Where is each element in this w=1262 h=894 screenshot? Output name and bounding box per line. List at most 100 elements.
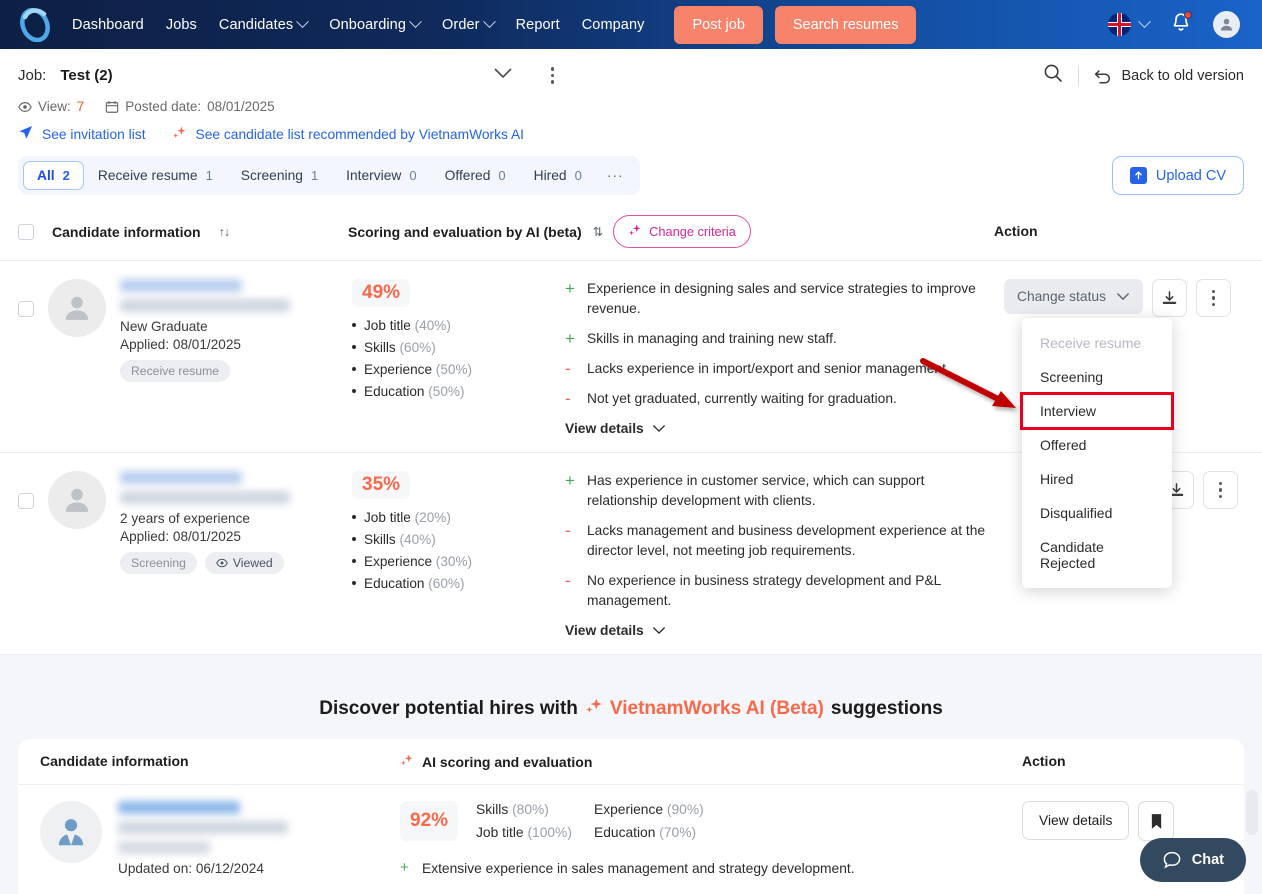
tab-all[interactable]: All 2 bbox=[23, 161, 84, 190]
filter-sort-icon[interactable]: ⇅ bbox=[593, 224, 604, 239]
nav-item-company[interactable]: Company bbox=[582, 17, 645, 33]
ai-brand-label: VietnamWorks AI (Beta) bbox=[609, 698, 824, 719]
chevron-down-icon bbox=[652, 627, 665, 635]
evaluation-text: Has experience in customer service, whic… bbox=[587, 473, 925, 508]
score-criteria-list: Job title (20%) Skills (40%) Experience … bbox=[352, 510, 563, 591]
row-more-options-button[interactable] bbox=[1203, 471, 1238, 509]
upload-cv-button[interactable]: Upload CV bbox=[1111, 156, 1244, 195]
ai-header-scoring: AI scoring and evaluation bbox=[400, 753, 1022, 770]
posted-date: Posted date: 08/01/2025 bbox=[105, 99, 275, 114]
chat-widget-button[interactable]: Chat bbox=[1139, 838, 1246, 882]
avatar bbox=[48, 471, 106, 529]
status-tab-bar: All 2 Receive resume 1 Screening 1 Intervie… bbox=[0, 143, 1262, 205]
row-checkbox[interactable] bbox=[18, 493, 34, 509]
candidate-detail-redacted bbox=[118, 841, 210, 854]
back-to-old-version-button[interactable]: Back to old version bbox=[1094, 68, 1244, 84]
candidate-applied-date: Applied: 08/01/2025 bbox=[120, 529, 241, 544]
ai-candidate-details: Updated on: 06/12/2024 bbox=[118, 801, 288, 894]
minus-icon: - bbox=[565, 521, 571, 540]
view-details-toggle[interactable]: View details bbox=[565, 421, 994, 436]
eye-icon bbox=[216, 558, 228, 568]
download-cv-button[interactable] bbox=[1151, 279, 1187, 317]
tab-count: 1 bbox=[205, 168, 213, 183]
score-criteria-list: Job title (40%) Skills (60%) Experience … bbox=[352, 318, 563, 399]
viewed-badge: Viewed bbox=[204, 552, 284, 574]
notification-badge bbox=[1184, 10, 1192, 19]
dropdown-item-interview[interactable]: Interview bbox=[1020, 392, 1174, 430]
criteria-value: (70%) bbox=[659, 825, 697, 840]
tab-screening[interactable]: Screening 1 bbox=[227, 161, 332, 190]
nav-item-jobs[interactable]: Jobs bbox=[166, 17, 197, 33]
job-label: Job: bbox=[18, 67, 47, 84]
tab-receive-resume[interactable]: Receive resume 1 bbox=[84, 161, 227, 190]
nav-cta-group: Post job Search resumes bbox=[674, 5, 917, 44]
expand-job-chevron-icon[interactable] bbox=[493, 67, 513, 85]
dropdown-item-offered[interactable]: Offered bbox=[1022, 428, 1172, 462]
vietnamworks-logo[interactable] bbox=[12, 5, 58, 45]
row-more-options-button[interactable] bbox=[1195, 279, 1231, 317]
page-title: Test (2) bbox=[60, 67, 113, 84]
view-details-button[interactable]: View details bbox=[1022, 801, 1130, 840]
evaluation-text: No experience in business strategy devel… bbox=[587, 573, 941, 608]
post-job-button[interactable]: Post job bbox=[674, 5, 763, 44]
criteria-name: Job title bbox=[364, 318, 411, 333]
evaluation-text: Lacks experience in import/export and se… bbox=[587, 361, 950, 376]
header-scoring: Scoring and evaluation by AI (beta) bbox=[348, 223, 582, 240]
sort-icon[interactable]: ↑↓ bbox=[219, 225, 230, 239]
search-icon[interactable] bbox=[1043, 63, 1063, 88]
ai-suggestion-card: Candidate information AI scoring and eva… bbox=[18, 739, 1244, 894]
criteria-value: (40%) bbox=[399, 532, 436, 547]
column-candidate-information: Candidate information ↑↓ bbox=[18, 223, 348, 240]
change-status-button[interactable]: Change status bbox=[1004, 279, 1143, 314]
nav-item-onboarding[interactable]: Onboarding bbox=[329, 15, 422, 33]
avatar bbox=[40, 801, 102, 863]
candidate-evaluation-cell: + Has experience in customer service, whi… bbox=[563, 471, 994, 638]
tab-label: Interview bbox=[346, 168, 402, 183]
view-details-toggle[interactable]: View details bbox=[565, 623, 994, 638]
nav-item-dashboard[interactable]: Dashboard bbox=[72, 17, 144, 33]
see-invitation-list-link[interactable]: See invitation list bbox=[42, 127, 146, 142]
criteria-item: Experience (30%) bbox=[352, 554, 563, 569]
view-details-label: View details bbox=[565, 421, 644, 436]
row-checkbox[interactable] bbox=[18, 301, 34, 317]
dropdown-item-candidate-rejected[interactable]: Candidate Rejected bbox=[1022, 530, 1172, 580]
dropdown-item-screening[interactable]: Screening bbox=[1022, 360, 1172, 394]
nav-item-order[interactable]: Order bbox=[442, 15, 496, 33]
select-all-checkbox[interactable] bbox=[18, 223, 34, 240]
nav-label: Dashboard bbox=[72, 16, 144, 33]
uk-flag-icon bbox=[1108, 13, 1131, 36]
job-more-options-icon[interactable] bbox=[550, 67, 555, 84]
ai-recommendation-link[interactable]: See candidate list recommended by Vietna… bbox=[196, 127, 524, 142]
tab-interview[interactable]: Interview 0 bbox=[332, 161, 430, 190]
ai-updated-on: Updated on: 06/12/2024 bbox=[118, 861, 264, 876]
language-selector[interactable] bbox=[1108, 13, 1151, 36]
notifications-button[interactable] bbox=[1171, 10, 1192, 38]
candidate-info-cell: 2 years of experience Applied: 08/01/202… bbox=[18, 471, 348, 638]
criteria-value: (60%) bbox=[399, 340, 436, 355]
job-title-row: Job: Test (2) Back to old version bbox=[18, 63, 1244, 88]
chevron-down-icon bbox=[1116, 293, 1130, 301]
search-resumes-button[interactable]: Search resumes bbox=[774, 5, 917, 44]
tab-more-button[interactable]: ··· bbox=[596, 161, 635, 190]
posted-label: Posted date: bbox=[125, 99, 202, 114]
dropdown-item-hired[interactable]: Hired bbox=[1022, 462, 1172, 496]
header-action: Action bbox=[994, 222, 1038, 239]
change-criteria-button[interactable]: Change criteria bbox=[613, 215, 751, 248]
tab-hired[interactable]: Hired 0 bbox=[520, 161, 596, 190]
nav-links: Dashboard Jobs Candidates Onboarding Ord… bbox=[72, 15, 645, 33]
bookmark-button[interactable] bbox=[1138, 801, 1175, 841]
dropdown-item-disqualified[interactable]: Disqualified bbox=[1022, 496, 1172, 530]
criteria-item: Education (60%) bbox=[352, 576, 563, 591]
tab-offered[interactable]: Offered 0 bbox=[431, 161, 520, 190]
criteria-value: (20%) bbox=[414, 510, 451, 525]
criteria-name: Experience bbox=[594, 802, 664, 817]
job-header: Job: Test (2) Back to old version View: bbox=[0, 49, 1262, 143]
nav-item-report[interactable]: Report bbox=[516, 17, 560, 33]
posted-date-value: 08/01/2025 bbox=[207, 99, 275, 114]
ai-table-header: Candidate information AI scoring and eva… bbox=[18, 739, 1244, 785]
criteria-name: Experience bbox=[364, 362, 433, 377]
avatar[interactable] bbox=[1213, 11, 1240, 38]
tab-count: 0 bbox=[574, 168, 582, 183]
scrollbar-thumb[interactable] bbox=[1246, 790, 1258, 835]
nav-item-candidates[interactable]: Candidates bbox=[219, 15, 310, 33]
